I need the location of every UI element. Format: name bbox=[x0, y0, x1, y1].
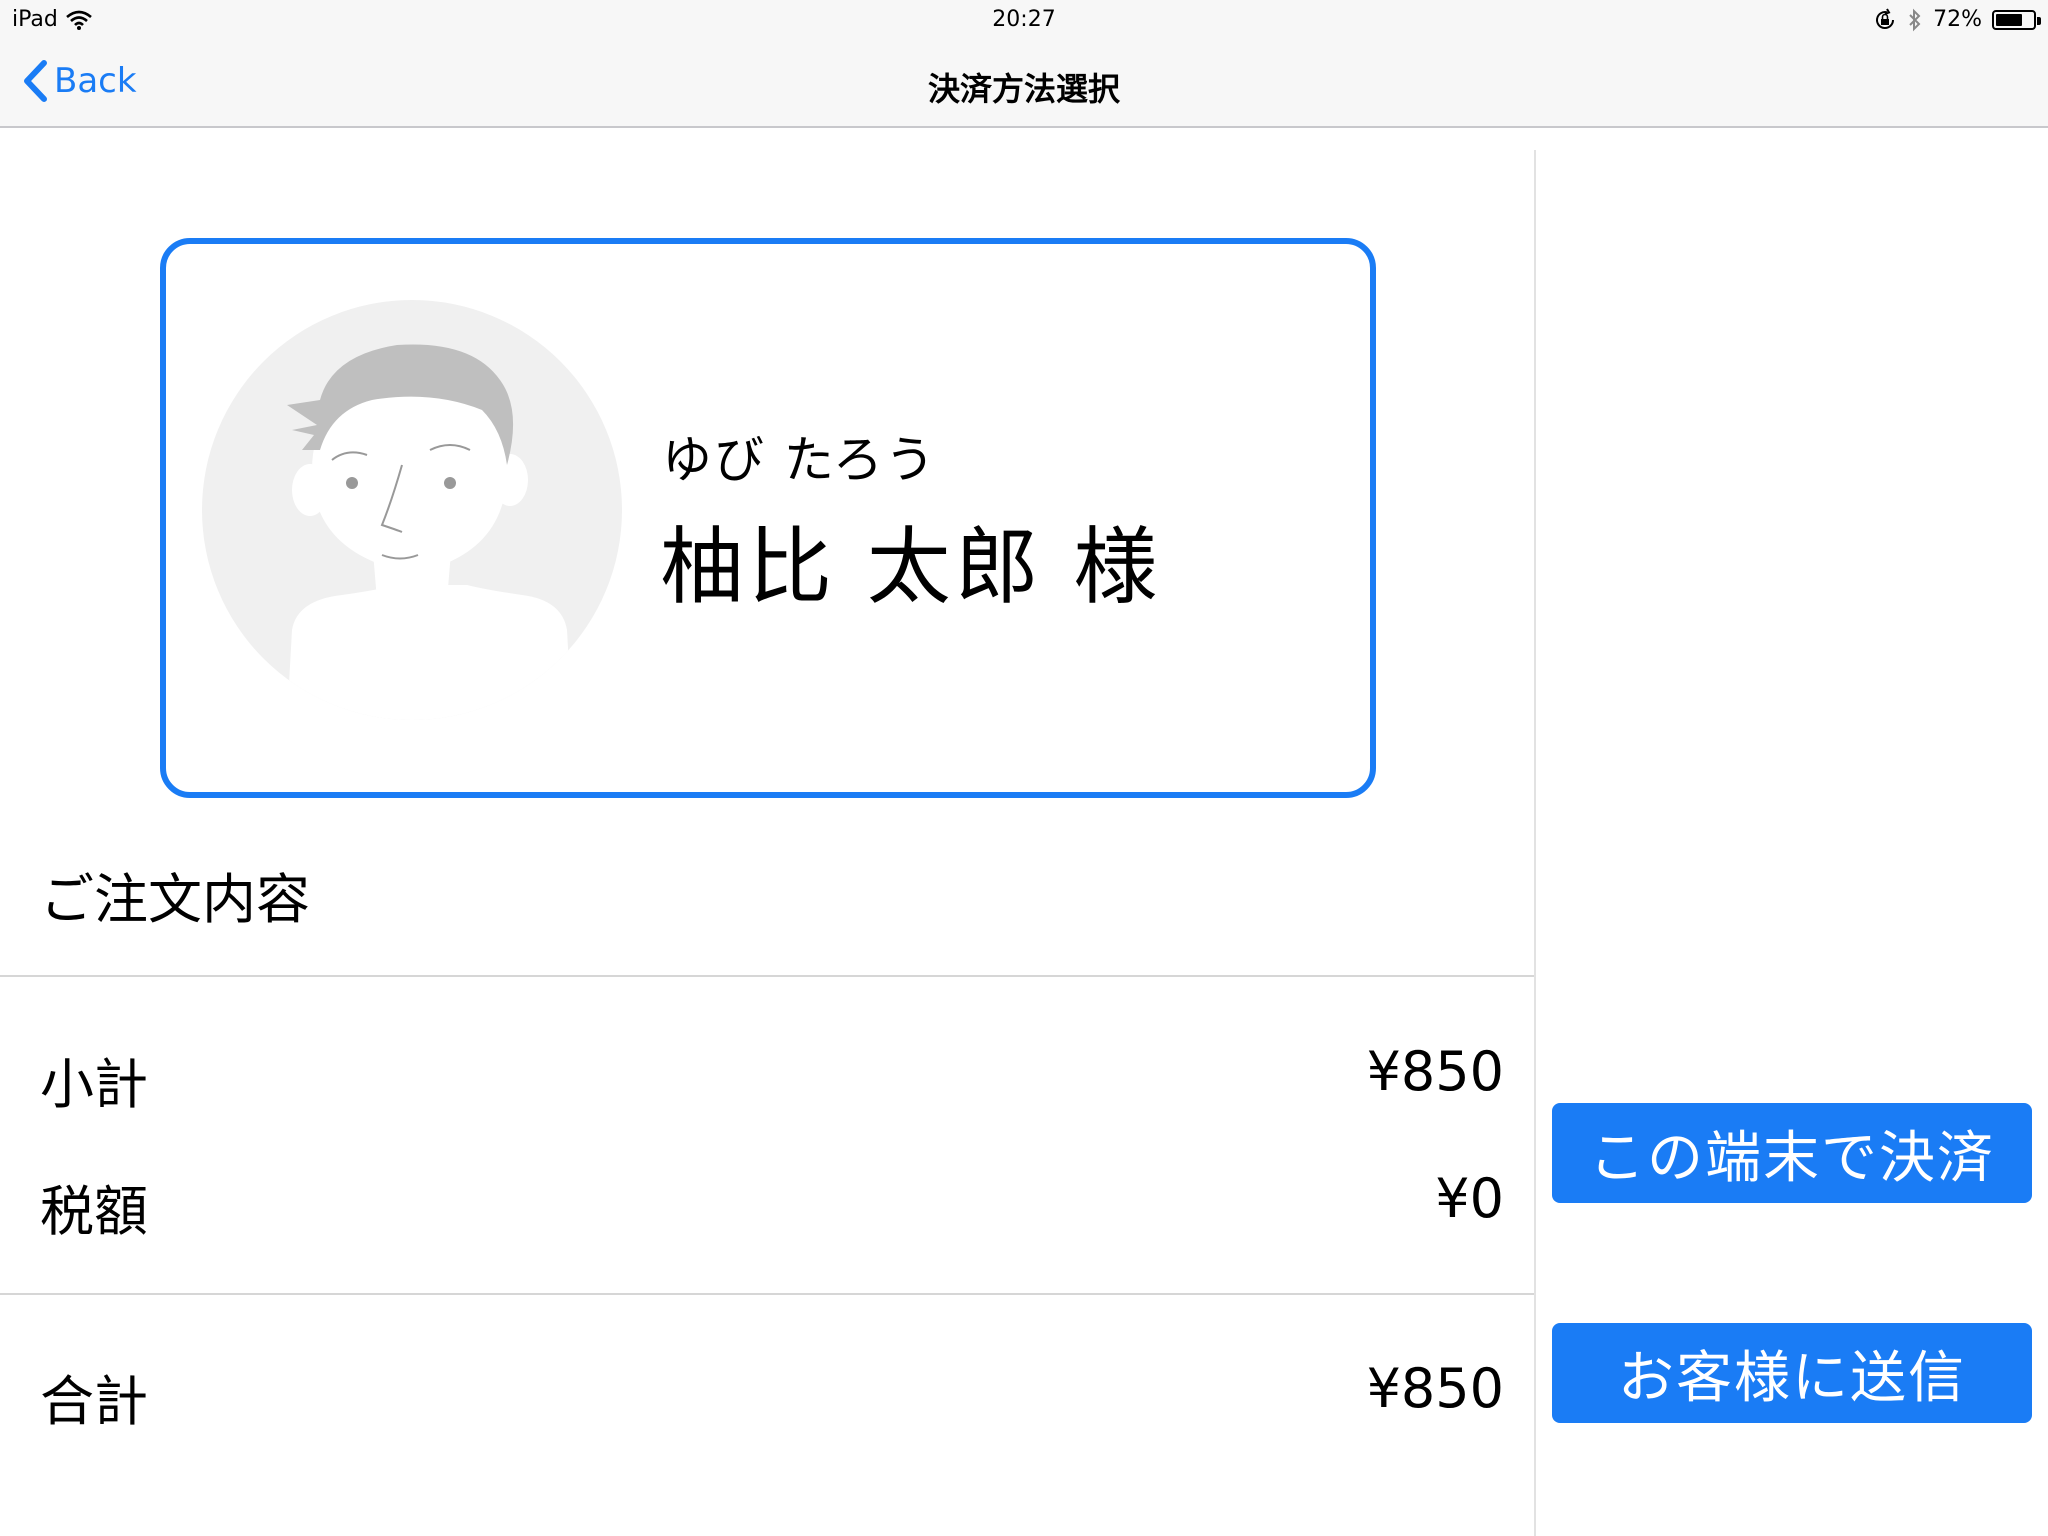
send-to-customer-button[interactable]: お客様に送信 bbox=[1552, 1323, 2032, 1423]
customer-furigana: ゆび たろう bbox=[662, 431, 937, 489]
status-right: 72% bbox=[1873, 7, 2041, 32]
column-divider bbox=[1534, 150, 1536, 1536]
order-heading: ご注文内容 bbox=[40, 868, 310, 931]
separator-line bbox=[0, 1293, 1534, 1295]
pay-on-device-button[interactable]: この端末で決済 bbox=[1552, 1103, 2032, 1203]
separator-line bbox=[0, 975, 1534, 977]
status-time: 20:27 bbox=[992, 7, 1056, 32]
subtotal-value: ¥850 bbox=[1366, 1040, 1504, 1103]
total-label: 合計 bbox=[40, 1370, 148, 1433]
battery-percent: 72% bbox=[1933, 7, 1982, 32]
tax-value: ¥0 bbox=[1435, 1167, 1504, 1230]
subtotal-label: 小計 bbox=[40, 1053, 148, 1116]
nav-bar: Back 決済方法選択 bbox=[0, 40, 2048, 128]
orientation-lock-icon bbox=[1876, 8, 1895, 29]
bluetooth-icon bbox=[1909, 8, 1921, 31]
battery-icon bbox=[1992, 9, 2041, 30]
battery-fill bbox=[1996, 13, 2022, 26]
avatar bbox=[202, 300, 622, 720]
tax-label: 税額 bbox=[40, 1180, 148, 1243]
screen: iPad 20:27 72% Back 決済方法選択 ゆび たろう 柚比 太郎 … bbox=[0, 0, 2048, 1536]
customer-name: 柚比 太郎 様 bbox=[660, 518, 1162, 616]
customer-card[interactable]: ゆび たろう 柚比 太郎 様 bbox=[160, 238, 1376, 798]
status-bar: iPad 20:27 72% bbox=[0, 0, 2048, 40]
total-value: ¥850 bbox=[1366, 1357, 1504, 1420]
page-title: 決済方法選択 bbox=[927, 70, 1120, 108]
